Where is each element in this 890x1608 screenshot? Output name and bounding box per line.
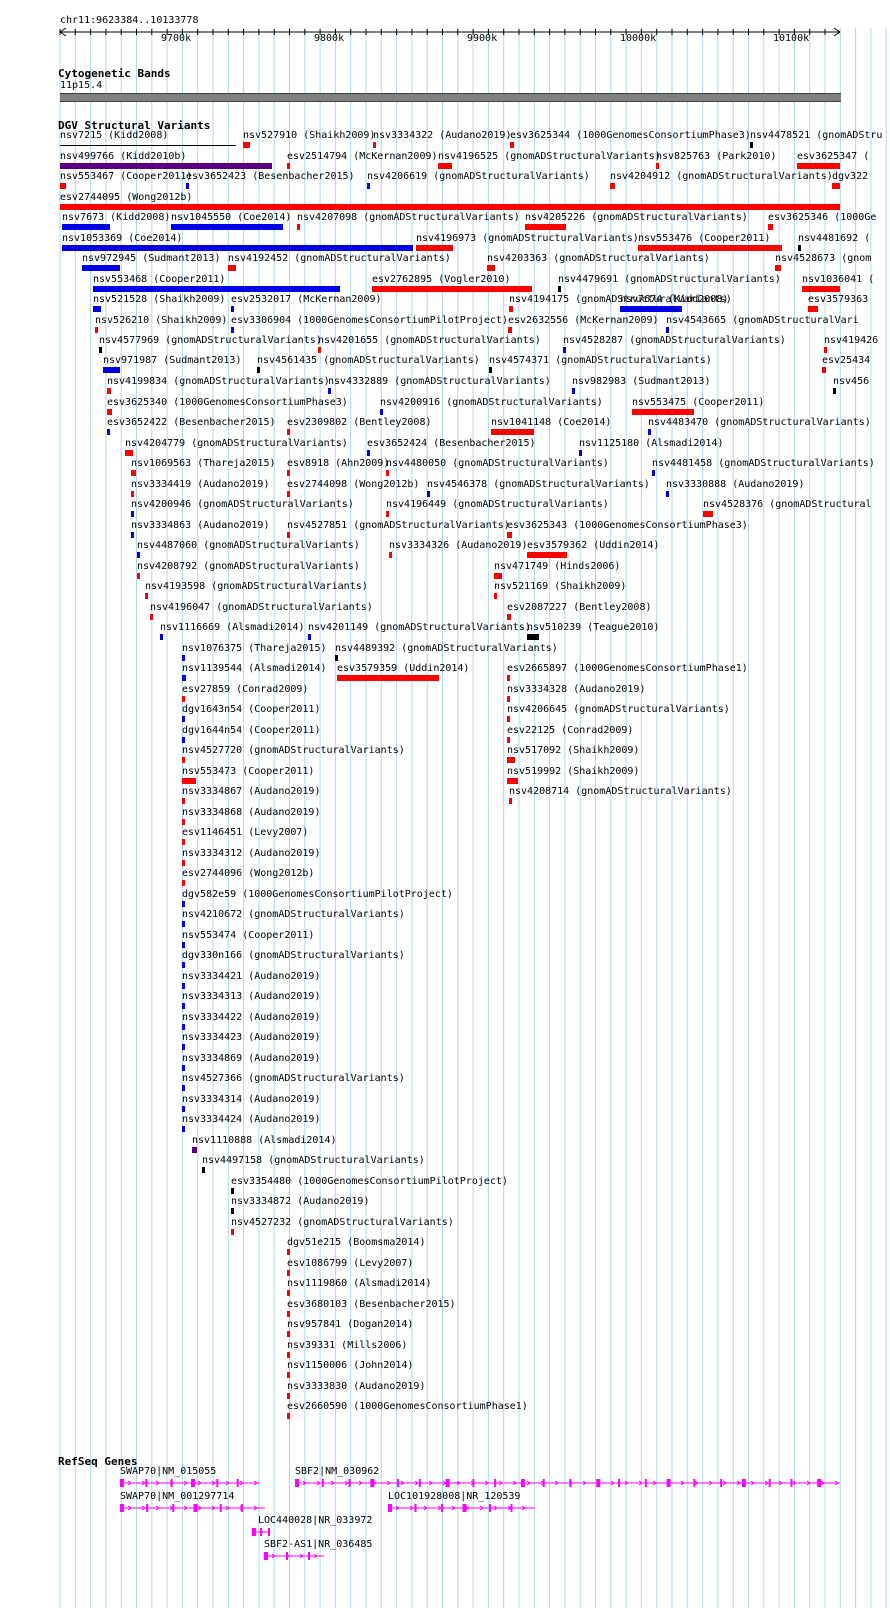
gene-model[interactable] — [120, 1479, 260, 1487]
gene-model[interactable] — [388, 1504, 535, 1512]
gene-label: SWAP70|NM_001297714 — [120, 1491, 235, 1502]
genome-browser-view: chr11:9623384..10133778 9700k 9800k 9900k 1… — [0, 0, 890, 1608]
gene-model[interactable] — [264, 1552, 324, 1560]
gene-label: LOC101928008|NR_120539 — [388, 1491, 521, 1502]
gene-model[interactable] — [295, 1479, 840, 1487]
gene-model[interactable] — [252, 1528, 270, 1536]
gene-label: LOC440028|NR_033972 — [258, 1515, 373, 1526]
gene-label: SBF2-AS1|NR_036485 — [264, 1539, 373, 1550]
gene-label: SWAP70|NM_015055 — [120, 1466, 217, 1477]
gene-models — [120, 1479, 840, 1560]
gene-model[interactable] — [120, 1504, 265, 1512]
gene-label: SBF2|NM_030962 — [295, 1466, 380, 1477]
